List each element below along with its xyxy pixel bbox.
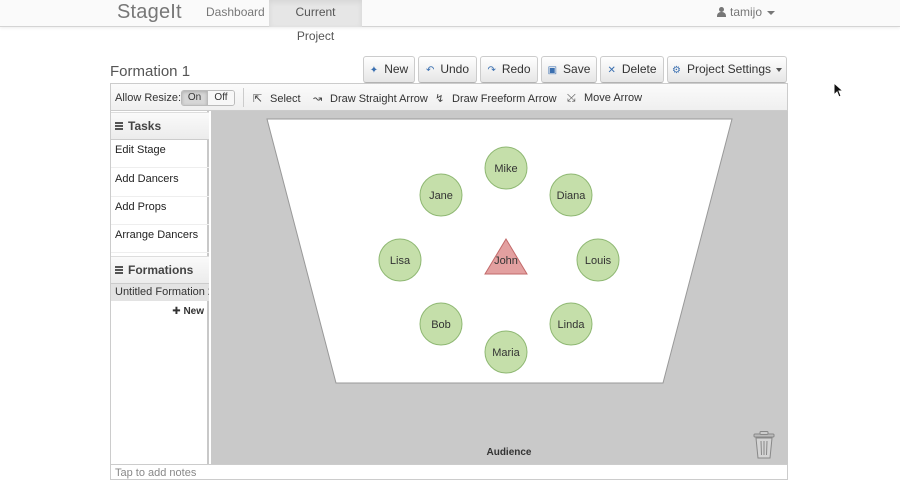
save-button[interactable]: ▣ Save (541, 56, 597, 83)
task-add-dancers[interactable]: Add Dancers (111, 169, 209, 197)
freeform-arrow-icon: ↯ (435, 93, 445, 105)
move-arrow-tool[interactable]: ⤩ Move Arrow (567, 92, 642, 105)
undo-button-label: Undo (440, 62, 470, 76)
toolbar-divider (243, 88, 244, 107)
undo-button[interactable]: ↶ Undo (418, 56, 477, 83)
draw-freeform-arrow-tool[interactable]: ↯ Draw Freeform Arrow (435, 92, 557, 105)
user-menu[interactable]: tamijo (717, 0, 776, 27)
dancer-maria[interactable]: Maria (484, 330, 528, 374)
stage-toolbar: Allow Resize: On Off ⇱ Select ↝ Draw Strai… (111, 84, 787, 111)
redo-icon: ↷ (487, 65, 496, 76)
task-edit-stage[interactable]: Edit Stage (111, 140, 209, 168)
resize-off-button[interactable]: Off (208, 91, 234, 105)
trash-icon[interactable] (751, 431, 777, 459)
top-navbar: StageIt Dashboard Current Project tamijo (0, 0, 900, 43)
new-button[interactable]: ✦ New (363, 56, 415, 83)
allow-resize-toggle[interactable]: On Off (181, 90, 235, 106)
new-formation-button[interactable]: ✚ New (172, 306, 204, 317)
project-settings-label: Project Settings (686, 62, 771, 76)
dancer-jane[interactable]: Jane (419, 173, 463, 217)
new-formation-label: New (183, 306, 204, 317)
move-arrow-label: Move Arrow (584, 92, 643, 104)
list-icon (115, 266, 123, 274)
list-icon (115, 122, 123, 130)
allow-resize-label: Allow Resize: (115, 92, 182, 104)
plus-icon: ✦ (369, 65, 379, 76)
redo-button[interactable]: ↷ Redo (480, 56, 538, 83)
stage-canvas[interactable]: Mike Jane Diana Lisa John Louis Bob Linda Maria … (211, 111, 788, 464)
delete-icon: ✕ (607, 65, 616, 76)
dancer-name: John (494, 255, 518, 267)
dancer-lisa[interactable]: Lisa (378, 238, 422, 282)
formation-title: Formation 1 (110, 63, 191, 80)
save-icon: ▣ (547, 65, 558, 76)
notes-field[interactable]: Tap to add notes (111, 464, 787, 480)
dancer-mike[interactable]: Mike (484, 146, 528, 190)
redo-button-label: Redo (501, 62, 531, 76)
dancer-louis[interactable]: Louis (576, 238, 620, 282)
dancer-name: Bob (431, 319, 451, 331)
plus-icon: ✚ (172, 306, 184, 317)
tasks-heading: Tasks (111, 112, 209, 140)
dancer-name: Louis (585, 255, 612, 267)
user-name: tamijo (730, 5, 763, 19)
select-tool-label: Select (270, 93, 301, 105)
brand-logo[interactable]: StageIt (117, 0, 182, 27)
task-add-props[interactable]: Add Props (111, 197, 209, 225)
formation-item[interactable]: Untitled Formation 2 (111, 284, 209, 301)
select-tool[interactable]: ⇱ Select (253, 92, 301, 105)
draw-straight-arrow-tool[interactable]: ↝ Draw Straight Arrow (313, 92, 428, 105)
stage-drawing: Mike Jane Diana Lisa John Louis Bob Linda Maria (266, 118, 733, 384)
caret-down-icon (767, 10, 776, 15)
task-arrange-dancers[interactable]: Arrange Dancers (111, 225, 209, 253)
draw-straight-label: Draw Straight Arrow (330, 93, 428, 105)
dancer-bob[interactable]: Bob (419, 302, 463, 346)
nav-current-project[interactable]: Current Project (269, 0, 362, 43)
move-arrow-icon: ⤩ (567, 92, 576, 104)
new-button-label: New (384, 62, 409, 76)
dancer-name: Mike (494, 163, 517, 175)
delete-button-label: Delete (621, 62, 657, 76)
tasks-heading-label: Tasks (128, 119, 162, 133)
user-icon (717, 7, 726, 17)
gear-icon: ⚙ (671, 65, 681, 76)
dancer-name: Diana (557, 190, 587, 202)
straight-arrow-icon: ↝ (313, 93, 323, 105)
undo-icon: ↶ (425, 65, 435, 76)
mouse-cursor-icon (833, 82, 843, 98)
save-button-label: Save (563, 62, 591, 76)
dancer-name: Jane (429, 190, 453, 202)
formations-heading-label: Formations (128, 263, 194, 277)
audience-label: Audience (486, 447, 532, 458)
pointer-icon: ⇱ (253, 93, 263, 105)
dancer-name: Linda (558, 319, 586, 331)
dancer-linda[interactable]: Linda (549, 302, 593, 346)
sidebar: Tasks Edit Stage Add Dancers Add Props A… (111, 111, 209, 464)
dancer-name: Maria (492, 347, 520, 359)
dancer-diana[interactable]: Diana (549, 173, 593, 217)
draw-freeform-label: Draw Freeform Arrow (452, 93, 557, 105)
delete-button[interactable]: ✕ Delete (600, 56, 664, 83)
project-settings-button[interactable]: ⚙ Project Settings (667, 56, 787, 83)
editor-panel: Allow Resize: On Off ⇱ Select ↝ Draw Strai… (110, 83, 788, 480)
caret-down-icon (776, 67, 782, 72)
resize-on-button[interactable]: On (182, 91, 208, 105)
formations-heading: Formations (111, 256, 209, 284)
dancer-name: Lisa (390, 255, 411, 267)
nav-dashboard[interactable]: Dashboard (196, 0, 275, 27)
